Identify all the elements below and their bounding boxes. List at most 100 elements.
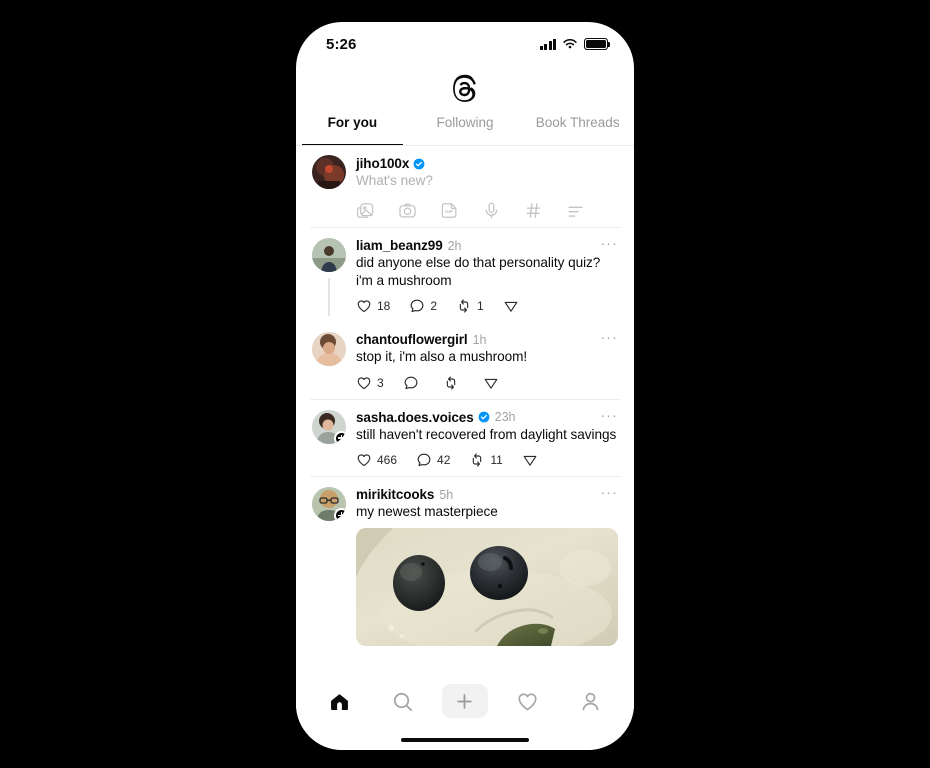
post-username[interactable]: mirikitcooks bbox=[356, 487, 434, 502]
composer-name-row: jiho100x bbox=[356, 156, 618, 171]
home-indicator-bar[interactable] bbox=[401, 737, 529, 743]
repost-count: 11 bbox=[490, 453, 503, 467]
nav-profile-button[interactable] bbox=[568, 684, 614, 718]
share-button[interactable] bbox=[483, 375, 499, 391]
post-avatar[interactable] bbox=[312, 332, 346, 366]
post-avatar[interactable] bbox=[312, 238, 346, 272]
post-actions: 3 bbox=[356, 375, 618, 391]
post-text: my newest masterpiece bbox=[356, 504, 498, 519]
nav-home-button[interactable] bbox=[316, 684, 362, 718]
compose-plus-icon bbox=[457, 693, 473, 709]
post-body: chantouflowergirl 1h ··· stop it, i'm al… bbox=[356, 330, 618, 393]
post-avatar-column bbox=[312, 238, 346, 316]
nav-activity-button[interactable] bbox=[505, 684, 551, 718]
post-timestamp: 5h bbox=[439, 487, 454, 502]
composer-avatar[interactable] bbox=[312, 155, 346, 189]
post-menu-button[interactable]: ··· bbox=[600, 330, 618, 347]
share-button[interactable] bbox=[522, 452, 538, 468]
post-avatar-column bbox=[312, 409, 346, 471]
thread-connector-line bbox=[328, 278, 330, 316]
post-body: mirikitcooks 5h ··· my newest masterpiec… bbox=[356, 485, 618, 646]
post-username[interactable]: liam_beanz99 bbox=[356, 238, 443, 253]
phone-frame: 5:26 For you Following Book Threads jiho… bbox=[296, 22, 634, 750]
post-actions: 18 2 1 bbox=[356, 298, 618, 314]
wifi-icon bbox=[563, 39, 577, 49]
post-menu-button[interactable]: ··· bbox=[600, 236, 618, 253]
feed-tabs: For you Following Book Threads bbox=[296, 112, 634, 146]
microphone-icon[interactable] bbox=[482, 201, 501, 220]
screenshot-stage: 5:26 For you Following Book Threads jiho… bbox=[0, 0, 930, 768]
tab-following[interactable]: Following bbox=[409, 112, 522, 146]
follow-plus-badge-icon[interactable] bbox=[334, 430, 346, 444]
repost-button[interactable] bbox=[443, 375, 464, 391]
tab-book-threads-label: Book Threads bbox=[535, 115, 620, 130]
comment-count: 42 bbox=[437, 453, 451, 467]
like-count: 466 bbox=[377, 453, 398, 467]
post-item[interactable]: chantouflowergirl 1h ··· stop it, i'm al… bbox=[296, 322, 634, 399]
share-button[interactable] bbox=[503, 298, 519, 314]
verified-badge-icon bbox=[413, 158, 425, 170]
repost-count: 1 bbox=[477, 299, 484, 313]
repost-button[interactable]: 11 bbox=[469, 452, 503, 468]
tab-book-threads[interactable]: Book Threads bbox=[521, 112, 634, 146]
post-username[interactable]: chantouflowergirl bbox=[356, 332, 468, 347]
comment-count: 2 bbox=[430, 299, 438, 313]
post-header: sasha.does.voices 23h ··· bbox=[356, 408, 618, 425]
hashtag-icon[interactable] bbox=[524, 201, 543, 220]
post-avatar-column bbox=[312, 332, 346, 393]
gif-icon[interactable]: GIF bbox=[440, 201, 459, 220]
feed-list[interactable]: jiho100x What's new? GIF liam_beanz99 2h… bbox=[296, 146, 634, 672]
post-item[interactable]: sasha.does.voices 23h ··· still haven't … bbox=[296, 400, 634, 477]
search-icon bbox=[393, 692, 412, 711]
tab-for-you[interactable]: For you bbox=[296, 112, 409, 146]
comment-button[interactable] bbox=[403, 375, 424, 391]
like-count: 18 bbox=[377, 299, 391, 313]
heart-activity-icon bbox=[518, 692, 537, 710]
post-avatar[interactable] bbox=[312, 487, 346, 521]
repost-button[interactable]: 1 bbox=[456, 298, 484, 314]
composer-body: jiho100x What's new? GIF bbox=[356, 155, 618, 220]
avatar-image bbox=[312, 238, 346, 272]
status-bar: 5:26 bbox=[296, 22, 634, 66]
follow-plus-badge-icon[interactable] bbox=[334, 508, 346, 521]
post-menu-button[interactable]: ··· bbox=[600, 408, 618, 425]
post-item[interactable]: liam_beanz99 2h ··· did anyone else do t… bbox=[296, 228, 634, 322]
comment-button[interactable]: 42 bbox=[416, 452, 450, 468]
svg-text:GIF: GIF bbox=[445, 209, 453, 215]
nav-compose-button[interactable] bbox=[441, 684, 488, 718]
post-body: liam_beanz99 2h ··· did anyone else do t… bbox=[356, 236, 618, 316]
camera-icon[interactable] bbox=[398, 201, 417, 220]
like-button[interactable]: 18 bbox=[356, 298, 390, 314]
threads-logo bbox=[453, 74, 476, 102]
cellular-signal-icon bbox=[539, 38, 556, 50]
tab-for-you-label: For you bbox=[327, 115, 378, 130]
post-header: mirikitcooks 5h ··· bbox=[356, 485, 618, 502]
post-avatar[interactable] bbox=[312, 409, 346, 444]
verified-badge-icon bbox=[478, 411, 490, 423]
status-time: 5:26 bbox=[326, 35, 357, 53]
post-actions: 466 42 11 bbox=[356, 452, 618, 468]
post-media-image[interactable] bbox=[356, 527, 618, 646]
like-button[interactable]: 3 bbox=[356, 375, 384, 391]
media-image-content bbox=[356, 527, 618, 646]
like-button[interactable]: 466 bbox=[356, 452, 397, 468]
bottom-navigation bbox=[296, 672, 634, 730]
post-text: stop it, i'm also a mushroom! bbox=[356, 349, 528, 364]
post-username[interactable]: sasha.does.voices bbox=[356, 410, 474, 425]
post-avatar-column bbox=[312, 487, 346, 646]
tab-following-label: Following bbox=[436, 115, 494, 130]
home-indicator-area bbox=[296, 730, 634, 750]
gallery-icon[interactable] bbox=[356, 201, 375, 220]
poll-icon[interactable] bbox=[566, 201, 585, 220]
composer-placeholder[interactable]: What's new? bbox=[356, 173, 618, 188]
comment-button[interactable]: 2 bbox=[409, 298, 437, 314]
post-timestamp: 23h bbox=[494, 410, 516, 424]
home-icon bbox=[330, 693, 348, 710]
avatar-image bbox=[312, 155, 346, 189]
post-timestamp: 2h bbox=[447, 238, 462, 253]
post-menu-button[interactable]: ··· bbox=[600, 485, 618, 502]
post-item[interactable]: mirikitcooks 5h ··· my newest masterpiec… bbox=[296, 477, 634, 652]
composer[interactable]: jiho100x What's new? GIF bbox=[296, 146, 634, 227]
nav-search-button[interactable] bbox=[379, 684, 425, 718]
app-header bbox=[296, 66, 634, 112]
